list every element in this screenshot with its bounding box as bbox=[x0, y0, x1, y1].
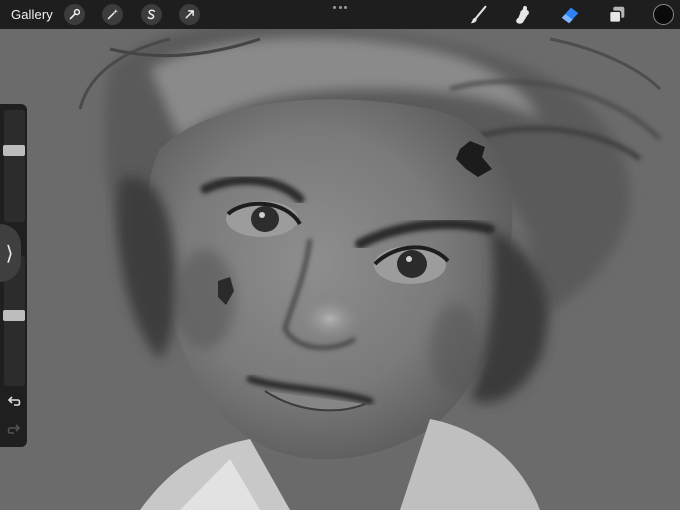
paint-brush-button[interactable] bbox=[467, 3, 491, 26]
brush-size-slider[interactable] bbox=[3, 110, 25, 222]
adjustments-button[interactable] bbox=[102, 4, 123, 25]
undo-icon bbox=[7, 396, 21, 406]
wrench-icon bbox=[69, 8, 81, 20]
transform-button[interactable] bbox=[179, 4, 200, 25]
smudge-icon bbox=[516, 5, 529, 24]
redo-button[interactable] bbox=[6, 422, 22, 438]
brush-size-thumb[interactable] bbox=[3, 145, 25, 156]
eraser-button[interactable] bbox=[558, 3, 582, 26]
smudge-button[interactable] bbox=[511, 3, 535, 26]
layers-icon bbox=[608, 6, 625, 23]
selection-s-icon bbox=[147, 9, 156, 20]
undo-button[interactable] bbox=[6, 394, 22, 410]
gallery-button[interactable]: Gallery bbox=[11, 0, 53, 29]
more-dot bbox=[333, 6, 336, 9]
chevron-right-icon: ⟩ bbox=[5, 242, 14, 265]
color-picker-swatch[interactable] bbox=[653, 4, 674, 25]
more-dot bbox=[338, 6, 342, 9]
brush-icon bbox=[470, 5, 487, 23]
actions-wrench-button[interactable] bbox=[64, 4, 85, 25]
transform-arrow-icon bbox=[185, 10, 194, 19]
brush-opacity-thumb[interactable] bbox=[3, 310, 25, 321]
layers-button[interactable] bbox=[605, 3, 629, 26]
magic-wand-icon bbox=[107, 8, 119, 20]
portrait-artwork bbox=[0, 29, 680, 510]
more-menu-dots[interactable] bbox=[331, 3, 349, 13]
eraser-icon bbox=[561, 7, 579, 23]
selection-button[interactable] bbox=[141, 4, 162, 25]
top-toolbar: Gallery bbox=[0, 0, 680, 29]
more-dot bbox=[344, 6, 347, 9]
redo-icon bbox=[7, 424, 21, 434]
drawing-canvas[interactable] bbox=[0, 29, 680, 510]
